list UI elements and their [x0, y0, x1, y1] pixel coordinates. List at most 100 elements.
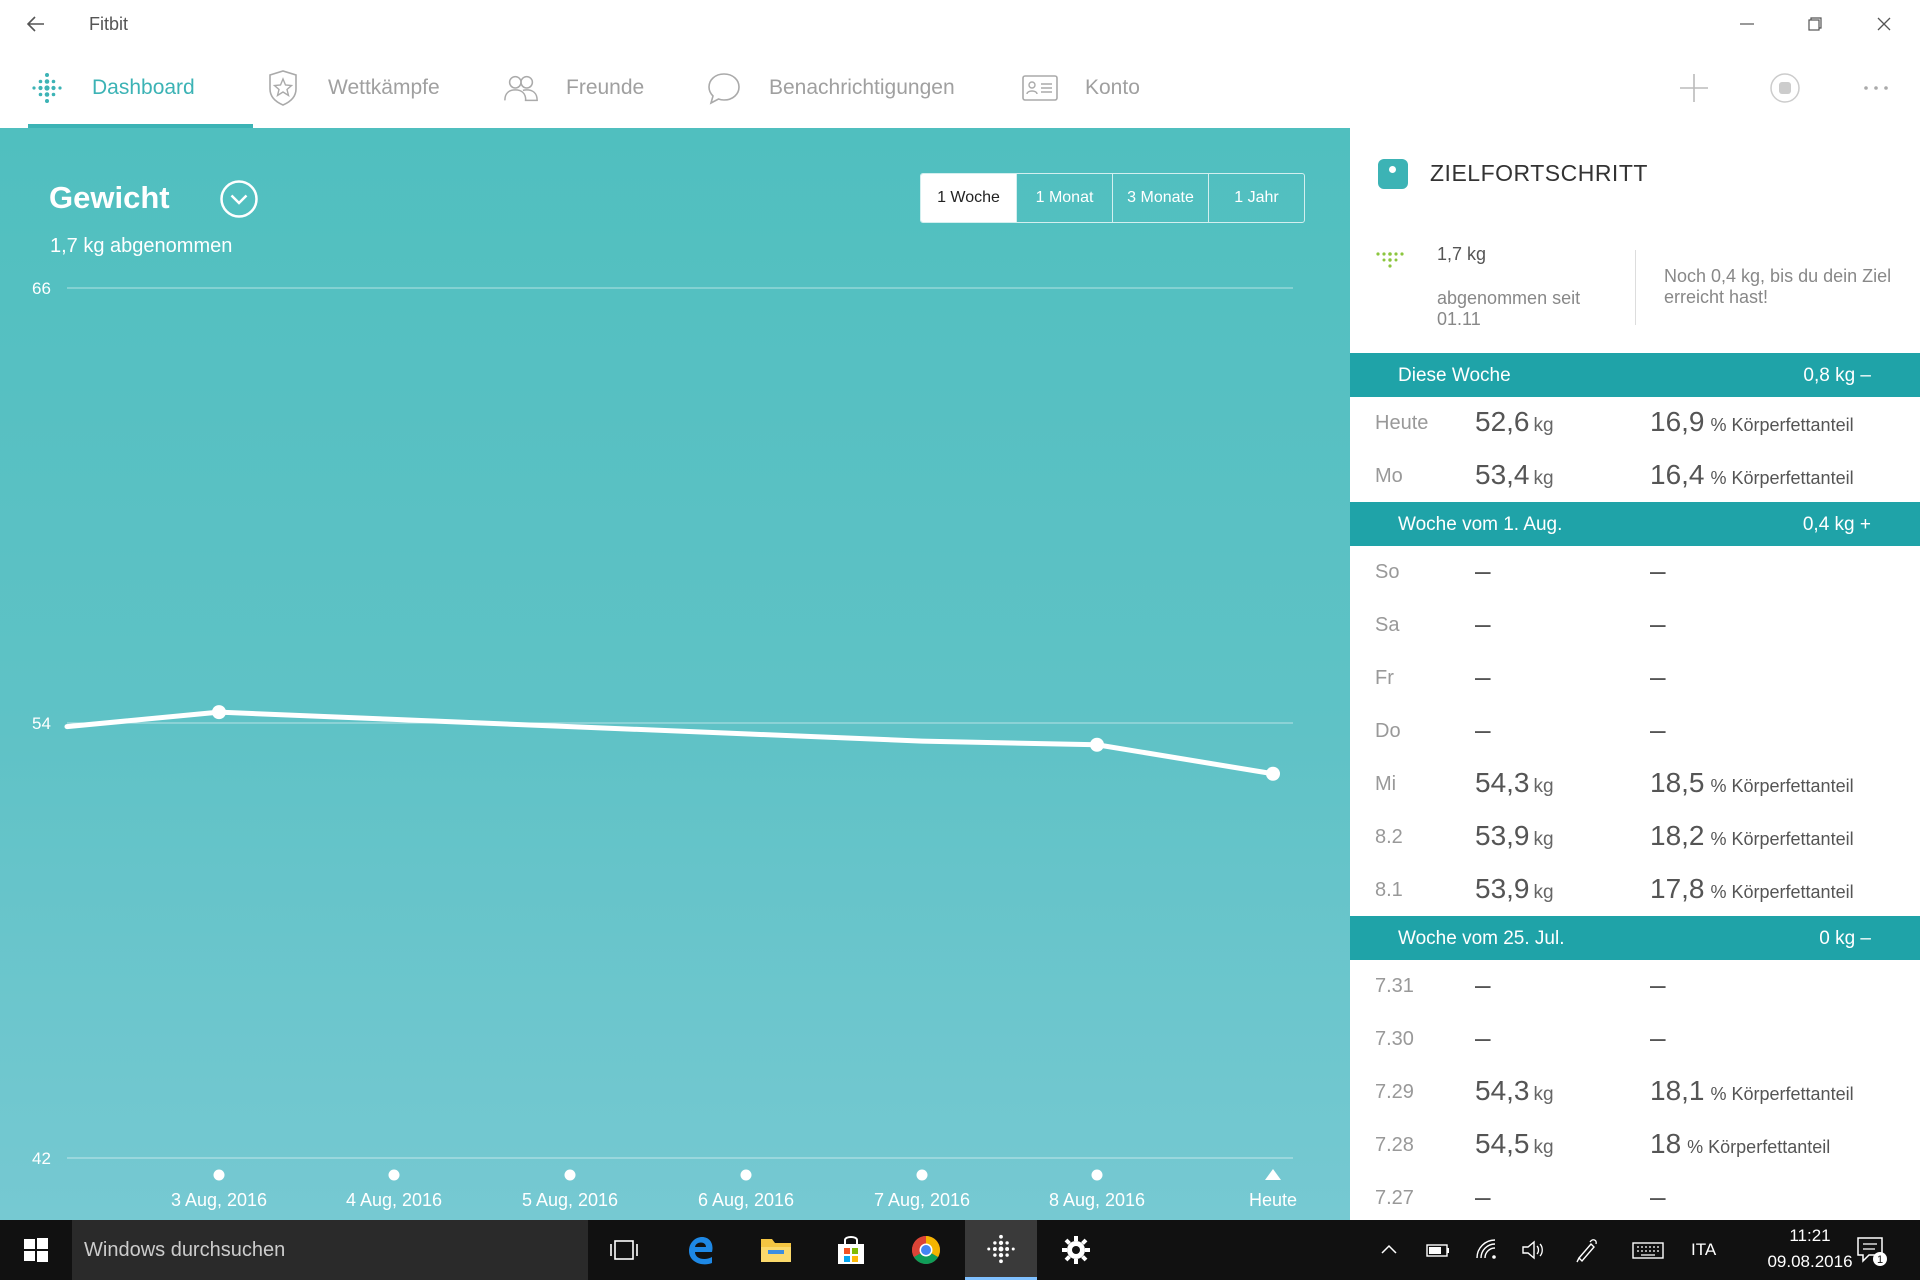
- taskbar-search-input[interactable]: Windows durchsuchen: [72, 1220, 588, 1280]
- data-point: [1090, 737, 1104, 752]
- chevron-up-icon[interactable]: [1375, 1236, 1403, 1264]
- log-weight-value: –: [1475, 1181, 1491, 1212]
- log-weight-value: 52,6: [1475, 406, 1530, 437]
- range-selector: 1 Woche 1 Monat 3 Monate 1 Jahr: [920, 173, 1305, 223]
- log-bodyfat-value: 16,4: [1650, 459, 1705, 490]
- keyboard-icon[interactable]: [1631, 1236, 1665, 1264]
- log-row[interactable]: Do – –: [1350, 705, 1920, 758]
- clock-time[interactable]: 11:21: [1762, 1226, 1858, 1246]
- week-header[interactable]: Woche vom 1. Aug. 0,4 kg +: [1350, 502, 1920, 546]
- nav-item-benachrichtigungen[interactable]: Benachrichtigungen: [705, 48, 955, 128]
- start-button[interactable]: [0, 1220, 72, 1280]
- log-weight: –: [1475, 1181, 1495, 1213]
- today-marker-icon: [1265, 1169, 1281, 1180]
- wifi-icon[interactable]: [1473, 1236, 1501, 1264]
- y-tick-label: 66: [32, 279, 51, 298]
- x-tick-dot: [740, 1169, 752, 1181]
- log-weight-value: –: [1475, 969, 1491, 1000]
- x-tick-label: 3 Aug, 2016: [171, 1190, 267, 1210]
- nav-item-konto[interactable]: Konto: [1021, 48, 1140, 128]
- log-row[interactable]: 7.27 – –: [1350, 1172, 1920, 1220]
- x-tick-dot: [213, 1169, 225, 1181]
- log-weight-value: 53,9: [1475, 820, 1530, 851]
- log-row[interactable]: Mi 54,3 kg 18,5% Körperfettanteil: [1350, 758, 1920, 811]
- log-weight: –: [1475, 969, 1495, 1001]
- log-weight-unit: kg: [1533, 829, 1554, 850]
- log-bodyfat: 17,8% Körperfettanteil: [1650, 873, 1854, 905]
- volume-icon[interactable]: [1519, 1236, 1547, 1264]
- sync-icon[interactable]: [1767, 70, 1803, 106]
- plus-icon[interactable]: [1676, 70, 1712, 106]
- week-delta: 0,4 kg +: [1802, 514, 1871, 535]
- log-weight-unit: kg: [1533, 468, 1554, 489]
- x-tick-dot: [1091, 1169, 1103, 1181]
- y-tick-label: 54: [32, 714, 51, 733]
- week-delta: 0 kg –: [1819, 928, 1871, 949]
- window-title: Fitbit: [89, 14, 129, 34]
- more-icon[interactable]: [1858, 70, 1894, 106]
- log-weight-value: 54,5: [1475, 1128, 1530, 1159]
- log-row[interactable]: Heute 52,6 kg 16,9% Körperfettanteil: [1350, 397, 1920, 450]
- log-day: Heute: [1375, 412, 1429, 434]
- battery-icon[interactable]: [1424, 1236, 1452, 1264]
- edge-button[interactable]: [665, 1220, 737, 1280]
- range-3-monate[interactable]: 3 Monate: [1112, 174, 1208, 222]
- y-tick-label: 42: [32, 1149, 51, 1168]
- fitbit-taskbar-button[interactable]: [965, 1220, 1037, 1280]
- log-row[interactable]: Mo 53,4 kg 16,4% Körperfettanteil: [1350, 450, 1920, 503]
- back-arrow-icon[interactable]: [22, 10, 50, 38]
- friends-icon: [502, 69, 540, 107]
- nav-label-freunde: Freunde: [566, 76, 645, 99]
- log-day: 7.29: [1375, 1081, 1414, 1103]
- chart-title: Gewicht: [49, 180, 170, 215]
- log-day: 7.31: [1375, 975, 1414, 997]
- log-bodyfat-value: –: [1650, 1181, 1666, 1212]
- range-1-jahr[interactable]: 1 Jahr: [1208, 174, 1304, 222]
- log-bodyfat: –: [1650, 1181, 1672, 1213]
- restore-icon[interactable]: [1801, 10, 1829, 38]
- file-explorer-button[interactable]: [740, 1220, 812, 1280]
- log-weight-value: 53,9: [1475, 873, 1530, 904]
- log-row[interactable]: 8.1 53,9 kg 17,8% Körperfettanteil: [1350, 864, 1920, 917]
- nav-label-wettkaempfe: Wettkämpfe: [328, 76, 440, 99]
- range-1-woche[interactable]: 1 Woche: [921, 174, 1016, 222]
- log-bodyfat: –: [1650, 661, 1672, 693]
- divider: [1635, 250, 1636, 325]
- log-row[interactable]: 8.2 53,9 kg 18,2% Körperfettanteil: [1350, 811, 1920, 864]
- language-indicator[interactable]: ITA: [1691, 1240, 1716, 1260]
- week-header[interactable]: Diese Woche 0,8 kg –: [1350, 353, 1920, 397]
- log-row[interactable]: 7.28 54,5 kg 18% Körperfettanteil: [1350, 1119, 1920, 1172]
- nav-item-wettkaempfe[interactable]: Wettkämpfe: [264, 48, 440, 128]
- log-weight-unit: kg: [1533, 776, 1554, 797]
- log-row[interactable]: 7.31 – –: [1350, 960, 1920, 1013]
- pen-icon[interactable]: [1573, 1236, 1601, 1264]
- log-row[interactable]: Sa – –: [1350, 599, 1920, 652]
- nav-item-dashboard[interactable]: Dashboard: [28, 48, 253, 128]
- log-weight-unit: kg: [1533, 882, 1554, 903]
- range-1-monat[interactable]: 1 Monat: [1016, 174, 1112, 222]
- task-view-button[interactable]: [588, 1220, 660, 1280]
- x-tick-label: Heute: [1249, 1190, 1297, 1210]
- chrome-button[interactable]: [890, 1220, 962, 1280]
- windows-taskbar: Windows durchsuchen ITA 11:21 09.08.2016…: [0, 1220, 1920, 1280]
- log-bodyfat-unit: % Körperfettanteil: [1710, 882, 1854, 902]
- week-header[interactable]: Woche vom 25. Jul. 0 kg –: [1350, 916, 1920, 960]
- nav-item-freunde[interactable]: Freunde: [502, 48, 644, 128]
- action-center-icon[interactable]: 1: [1854, 1233, 1888, 1267]
- chevron-down-circle-icon[interactable]: [219, 179, 259, 219]
- log-row[interactable]: So – –: [1350, 546, 1920, 599]
- log-bodyfat-value: –: [1650, 714, 1666, 745]
- log-row[interactable]: Fr – –: [1350, 652, 1920, 705]
- store-button[interactable]: [815, 1220, 887, 1280]
- settings-button[interactable]: [1040, 1220, 1112, 1280]
- log-bodyfat: 18,1% Körperfettanteil: [1650, 1075, 1854, 1107]
- nav-label-konto: Konto: [1085, 76, 1140, 99]
- log-weight: –: [1475, 555, 1495, 587]
- notification-count: 1: [1877, 1254, 1883, 1266]
- log-row[interactable]: 7.30 – –: [1350, 1013, 1920, 1066]
- log-bodyfat-value: 18,5: [1650, 767, 1705, 798]
- close-icon[interactable]: [1870, 10, 1898, 38]
- minimize-icon[interactable]: [1733, 10, 1761, 38]
- log-row[interactable]: 7.29 54,3 kg 18,1% Körperfettanteil: [1350, 1066, 1920, 1119]
- log-weight-value: –: [1475, 555, 1491, 586]
